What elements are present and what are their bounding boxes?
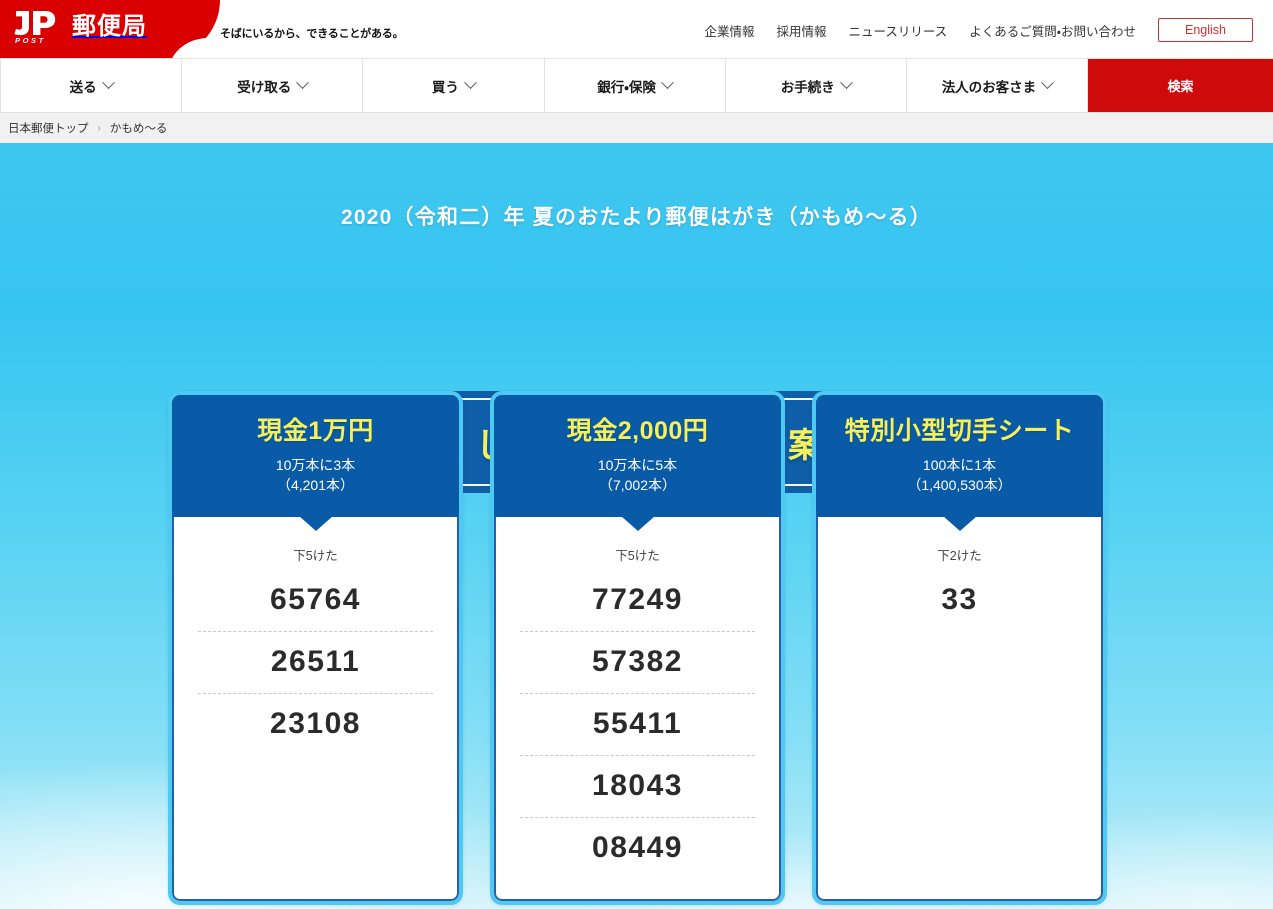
nav-item-bank-insurance[interactable]: 銀行・保険 <box>545 59 726 112</box>
prize-title: 現金1万円 <box>257 417 374 445</box>
chevron-down-icon <box>101 76 115 90</box>
winning-number: 18043 <box>520 756 755 819</box>
nav-item-buy[interactable]: 買う <box>363 59 545 112</box>
winning-number: 65764 <box>198 570 433 633</box>
nav-item-bank-insurance-label: 銀行・保険 <box>597 79 656 95</box>
prize-count: （7,002本） <box>598 477 677 494</box>
prize-card-list: 現金1万円 10万本に3本 （4,201本） 下5けた 65764 26511 … <box>168 391 1107 906</box>
triangle-notch-icon <box>620 516 655 532</box>
japan-post-logo[interactable]: POST 郵便局 <box>12 9 147 49</box>
nav-item-send[interactable]: 送る <box>0 59 183 112</box>
winning-number: 33 <box>941 583 978 617</box>
hero-section: 2020（令和二）年 夏のおたより郵便はがき（かもめ〜る） くじ当せん番号のご案… <box>0 143 1273 909</box>
triangle-notch-icon <box>298 516 333 532</box>
chevron-down-icon <box>1041 76 1055 90</box>
winning-number: 57382 <box>520 632 755 695</box>
breadcrumb: 日本郵便トップ › かもめ〜る <box>0 113 1273 143</box>
nav-item-send-label: 送る <box>69 79 97 95</box>
digit-label: 下5けた <box>293 549 338 564</box>
prize-odds: 10万本に5本 <box>597 456 678 473</box>
winning-number: 08449 <box>592 831 683 865</box>
nav-item-receive-label: 受け取る <box>237 79 292 95</box>
winning-number-list: 77249 57382 55411 18043 08449 <box>520 570 755 879</box>
prize-card: 現金1万円 10万本に3本 （4,201本） 下5けた 65764 26511 … <box>168 391 463 906</box>
prize-title: 特別小型切手シート <box>844 417 1075 445</box>
winning-number-list: 33 <box>842 570 1077 631</box>
prize-odds: 100本に1本 <box>922 456 997 473</box>
header-red-curve <box>150 0 228 58</box>
winning-number: 77249 <box>520 570 755 633</box>
page-title: 2020（令和二）年 夏のおたより郵便はがき（かもめ〜る） <box>341 206 932 229</box>
site-tagline: そばにいるから、できることがある。 <box>220 28 404 40</box>
utility-nav: 企業情報 採用情報 ニュースリリース よくあるご質問・お問い合わせ Englis… <box>704 18 1253 42</box>
triangle-notch-icon <box>942 516 977 532</box>
prize-card-header: 現金1万円 10万本に3本 （4,201本） <box>172 395 459 518</box>
util-link-faq-contact[interactable]: よくあるご質問・お問い合わせ <box>969 21 1136 40</box>
nav-item-procedures-label: お手続き <box>780 79 835 95</box>
nav-item-receive[interactable]: 受け取る <box>182 59 364 112</box>
util-link-recruit[interactable]: 採用情報 <box>776 21 826 40</box>
chevron-down-icon <box>839 76 853 90</box>
winning-number-list: 65764 26511 23108 <box>198 570 433 755</box>
prize-card-header: 現金2,000円 10万本に5本 （7,002本） <box>494 395 781 518</box>
digit-label: 下2けた <box>937 549 982 564</box>
prize-title: 現金2,000円 <box>566 417 709 445</box>
chevron-down-icon <box>661 76 674 90</box>
nav-item-buy-label: 買う <box>431 79 459 95</box>
digit-label: 下5けた <box>615 549 660 564</box>
site-header: POST 郵便局 そばにいるから、できることがある。 企業情報 採用情報 ニュー… <box>0 0 1273 58</box>
nav-item-procedures[interactable]: お手続き <box>726 59 907 112</box>
prize-card: 特別小型切手シート 100本に1本 （1,400,530本） 下2けた 33 <box>812 391 1107 906</box>
chevron-down-icon <box>464 76 477 90</box>
nav-item-corporate-customers-label: 法人のお客さま <box>941 79 1037 95</box>
english-language-button[interactable]: English <box>1158 18 1253 42</box>
prize-count: （1,400,530本） <box>907 477 1012 494</box>
nav-item-search-label: 検索 <box>1167 79 1194 94</box>
breadcrumb-current: かもめ〜る <box>109 123 168 135</box>
prize-count: （4,201本） <box>276 477 355 494</box>
prize-card-body: 下5けた 65764 26511 23108 <box>172 516 459 902</box>
nav-item-search[interactable]: 検索 <box>1088 59 1273 112</box>
global-navigation: 送る 受け取る 買う 銀行・保険 お手続き 法人のお客さま 検索 <box>0 58 1273 113</box>
winning-number: 26511 <box>198 632 433 695</box>
nav-item-corporate-customers[interactable]: 法人のお客さま <box>907 59 1089 112</box>
prize-card-header: 特別小型切手シート 100本に1本 （1,400,530本） <box>816 395 1103 518</box>
chevron-down-icon <box>296 76 310 90</box>
prize-card-body: 下2けた 33 <box>816 516 1103 902</box>
prize-odds: 10万本に3本 <box>275 456 356 473</box>
logo-post-wordmark: POST <box>15 36 46 45</box>
util-link-news[interactable]: ニュースリリース <box>848 21 947 40</box>
breadcrumb-home-link[interactable]: 日本郵便トップ <box>8 120 89 136</box>
jp-post-mark-icon: POST <box>12 9 64 49</box>
util-link-corporate[interactable]: 企業情報 <box>704 21 754 40</box>
prize-card: 現金2,000円 10万本に5本 （7,002本） 下5けた 77249 573… <box>490 391 785 906</box>
winning-number: 23108 <box>270 707 361 741</box>
winning-number: 55411 <box>520 694 755 757</box>
breadcrumb-separator-icon: › <box>97 122 101 134</box>
logo-japanese-label: 郵便局 <box>72 13 147 40</box>
prize-card-body: 下5けた 77249 57382 55411 18043 08449 <box>494 516 781 902</box>
